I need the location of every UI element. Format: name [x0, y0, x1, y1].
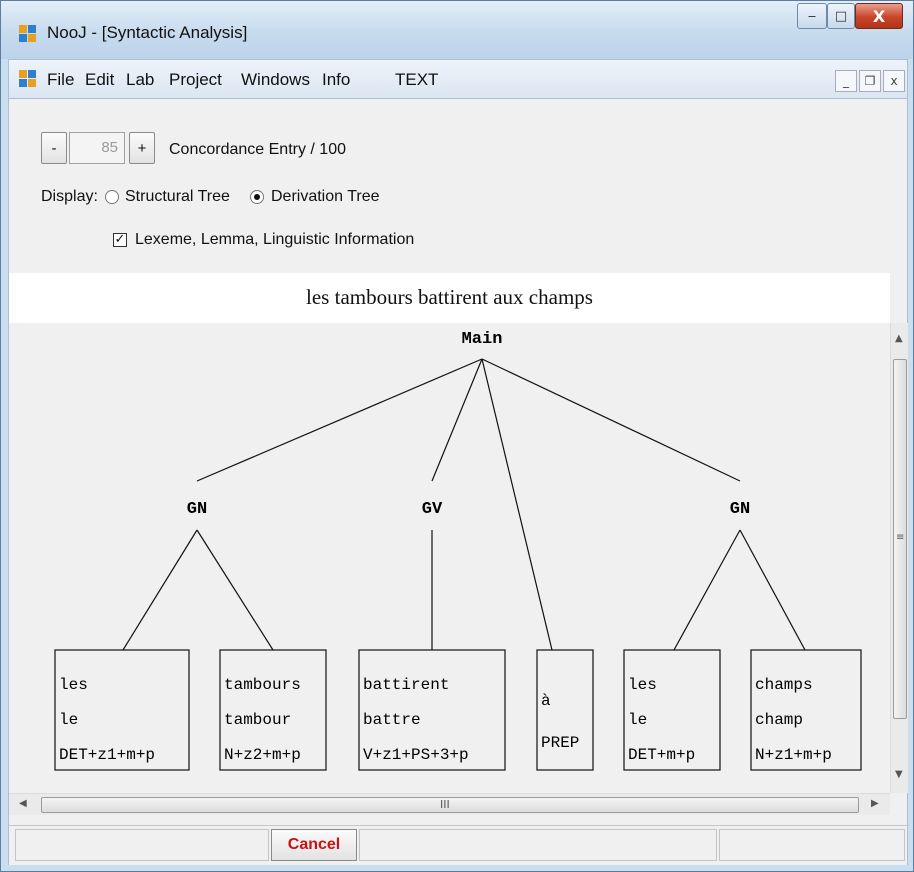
document-icon[interactable] [19, 70, 37, 88]
tree-root-label: Main [462, 330, 503, 349]
status-panel-right [719, 829, 905, 861]
menu-info[interactable]: Info [322, 70, 350, 90]
grip-icon: III [440, 798, 450, 811]
horizontal-scroll-thumb[interactable]: III [41, 797, 859, 813]
horizontal-scrollbar[interactable]: ◀ III ▶ [9, 793, 890, 815]
leaf-lemma: champ [755, 711, 803, 729]
menu-project[interactable]: Project [169, 70, 222, 90]
vertical-scrollbar[interactable]: ▲ ≡ ▼ [890, 323, 908, 793]
leaf-lemma: le [59, 711, 78, 729]
leaf-info: DET+z1+m+p [59, 746, 155, 764]
leaf-info: V+z1+PS+3+p [363, 746, 469, 764]
leaf-info: N+z2+m+p [224, 746, 301, 764]
edge-gn2-champs [739, 529, 806, 651]
entry-number-field[interactable]: 85 [69, 132, 125, 164]
menu-edit[interactable]: Edit [85, 70, 114, 90]
mdi-restore-button[interactable]: ❐ [859, 70, 881, 92]
mdi-minimize-button[interactable]: _ [835, 70, 857, 92]
leaf-lexeme: tambours [224, 676, 301, 694]
status-panel-middle [359, 829, 717, 861]
scroll-up-icon[interactable]: ▲ [895, 333, 903, 344]
concordance-entry-label: Concordance Entry / 100 [169, 141, 346, 158]
leaf-lemma: le [628, 711, 647, 729]
edge-gn1-les [122, 529, 198, 651]
menu-bar: File Edit Lab Project Windows Info TEXT … [8, 59, 908, 99]
derivation-tree-label[interactable]: Derivation Tree [271, 188, 380, 206]
window-title: NooJ - [Syntactic Analysis] [47, 23, 248, 42]
leaf-lexeme: les [59, 676, 88, 694]
edge-main-gn2 [481, 358, 741, 482]
vertical-scroll-thumb[interactable]: ≡ [893, 359, 907, 719]
leaf-node: à PREP [536, 649, 594, 771]
leaf-info: N+z1+m+p [755, 746, 832, 764]
scroll-down-icon[interactable]: ▼ [895, 769, 903, 780]
leaf-node: battirent battre V+z1+PS+3+p [358, 649, 506, 771]
radio-selected-dot [254, 194, 260, 200]
structural-tree-label[interactable]: Structural Tree [125, 188, 230, 206]
app-window: NooJ - [Syntactic Analysis] ‒ □ X File E… [0, 0, 914, 872]
edge-main-prep [481, 358, 553, 651]
leaf-info: DET+m+p [628, 746, 695, 764]
phrase-gn-right: GN [730, 500, 750, 519]
maximize-button[interactable]: □ [827, 3, 855, 29]
menu-text[interactable]: TEXT [395, 70, 438, 90]
title-bar: NooJ - [Syntactic Analysis] ‒ □ X [1, 1, 913, 59]
phrase-gv: GV [422, 500, 443, 519]
phrase-gn-left: GN [187, 500, 207, 519]
leaf-node: tambours tambour N+z2+m+p [219, 649, 327, 771]
restore-icon: □ [834, 8, 848, 24]
leaf-lemma: battre [363, 711, 421, 729]
lexeme-info-label[interactable]: Lexeme, Lemma, Linguistic Information [135, 231, 414, 249]
leaf-info: PREP [541, 734, 579, 752]
leaf-node: les le DET+z1+m+p [54, 649, 190, 771]
menu-lab[interactable]: Lab [126, 70, 154, 90]
tree-canvas: Main GN GV GN les le DET+z1+m+p tambours [9, 323, 890, 793]
mdi-close-button[interactable]: x [883, 70, 905, 92]
menu-windows[interactable]: Windows [241, 70, 310, 90]
scroll-right-icon[interactable]: ▶ [871, 798, 879, 809]
grip-icon: ≡ [896, 532, 905, 543]
derivation-tree: Main GN GV GN les le DET+z1+m+p tambours [54, 330, 862, 771]
leaf-lexeme: les [628, 676, 657, 694]
nooj-app-icon [19, 25, 37, 43]
leaf-lexeme: champs [755, 676, 813, 694]
analyzed-sentence: les tambours battirent aux champs [306, 285, 593, 309]
minimize-button[interactable]: ‒ [797, 3, 827, 29]
leaf-node: les le DET+m+p [623, 649, 721, 771]
edge-gn2-les [673, 529, 741, 651]
leaf-lemma: tambour [224, 711, 291, 729]
lexeme-info-checkbox[interactable]: ✓ [113, 233, 127, 247]
leaf-node: champs champ N+z1+m+p [750, 649, 862, 771]
minimize-icon: ‒ [807, 8, 817, 24]
display-label: Display: [41, 188, 98, 205]
edge-gn1-tambours [196, 529, 274, 651]
next-entry-button[interactable]: + [129, 132, 155, 164]
close-button[interactable]: X [855, 3, 903, 29]
cancel-button[interactable]: Cancel [271, 829, 357, 861]
leaf-lexeme: à [541, 692, 551, 710]
previous-entry-button[interactable]: - [41, 132, 67, 164]
close-icon: X [872, 6, 886, 26]
derivation-tree-radio[interactable] [250, 190, 264, 204]
status-panel-left [15, 829, 269, 861]
menu-file[interactable]: File [47, 70, 74, 90]
sentence-bar: les tambours battirent aux champs [9, 273, 890, 323]
structural-tree-radio[interactable] [105, 190, 119, 204]
scroll-left-icon[interactable]: ◀ [19, 798, 27, 809]
leaf-lexeme: battirent [363, 676, 449, 694]
